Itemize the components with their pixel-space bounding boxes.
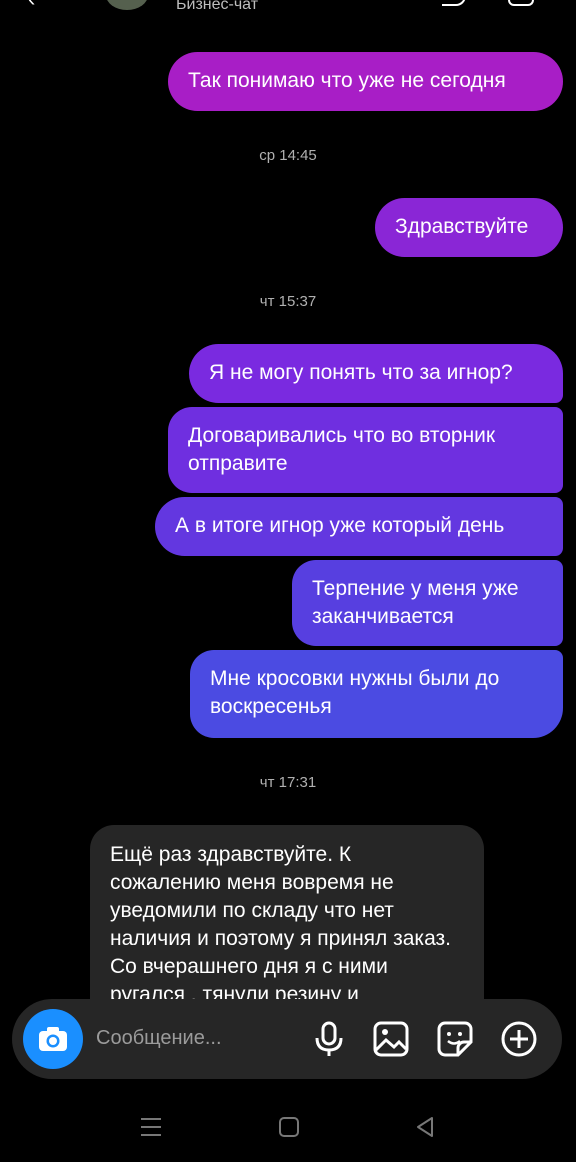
message-bubble[interactable]: А в итоге игнор уже который день bbox=[155, 497, 563, 556]
system-navbar bbox=[0, 1100, 576, 1162]
back-icon[interactable] bbox=[414, 1116, 436, 1138]
gallery-icon[interactable] bbox=[372, 1020, 410, 1058]
camera-button[interactable] bbox=[23, 1009, 83, 1069]
message-text: Здравствуйте bbox=[395, 215, 529, 238]
message-bubble[interactable]: Я не могу понять что за игнор? bbox=[189, 344, 563, 403]
message-text: Я не могу понять что за игнор? bbox=[209, 361, 513, 384]
message-text: Так понимаю что уже не сегодня bbox=[188, 69, 506, 92]
timestamp: чт 15:37 bbox=[259, 293, 317, 310]
message-bubble[interactable]: Так понимаю что уже не сегодня bbox=[168, 52, 563, 111]
back-arrow-icon[interactable]: ‹ bbox=[28, 0, 35, 12]
incoming-message-bubble[interactable]: Ещё раз здравствуйте. К сожалению меня в… bbox=[90, 825, 484, 1000]
message-composer: Сообщение... bbox=[12, 999, 562, 1079]
home-icon[interactable] bbox=[278, 1116, 300, 1138]
avatar[interactable] bbox=[106, 0, 148, 10]
chat-header: ‹ Бизнес-чат bbox=[0, 0, 576, 20]
message-text: Договаривались что во вторник отправите bbox=[188, 424, 496, 475]
video-call-icon[interactable] bbox=[508, 0, 534, 6]
message-bubble[interactable]: Мне кросовки нужны были до воскресенья bbox=[190, 650, 563, 738]
message-bubble[interactable]: Здравствуйте bbox=[375, 198, 563, 257]
timestamp: ср 14:45 bbox=[259, 147, 317, 164]
call-icon[interactable] bbox=[442, 0, 466, 6]
microphone-icon[interactable] bbox=[310, 1020, 348, 1058]
message-bubble[interactable]: Договаривались что во вторник отправите bbox=[168, 407, 563, 493]
message-text: А в итоге игнор уже который день bbox=[175, 514, 505, 537]
chat-subtitle: Бизнес-чат bbox=[176, 0, 259, 13]
menu-icon[interactable] bbox=[140, 1116, 162, 1138]
sticker-icon[interactable] bbox=[436, 1020, 474, 1058]
message-bubble[interactable]: Терпение у меня уже заканчивается bbox=[292, 560, 563, 646]
timestamp: чт 17:31 bbox=[259, 774, 317, 791]
message-text: Мне кросовки нужны были до воскресенья bbox=[210, 667, 500, 718]
plus-icon[interactable] bbox=[500, 1020, 538, 1058]
message-input[interactable]: Сообщение... bbox=[96, 1027, 222, 1050]
camera-icon bbox=[39, 1027, 67, 1051]
message-text: Ещё раз здравствуйте. К сожалению меня в… bbox=[110, 843, 451, 1000]
message-text: Терпение у меня уже заканчивается bbox=[312, 577, 519, 628]
